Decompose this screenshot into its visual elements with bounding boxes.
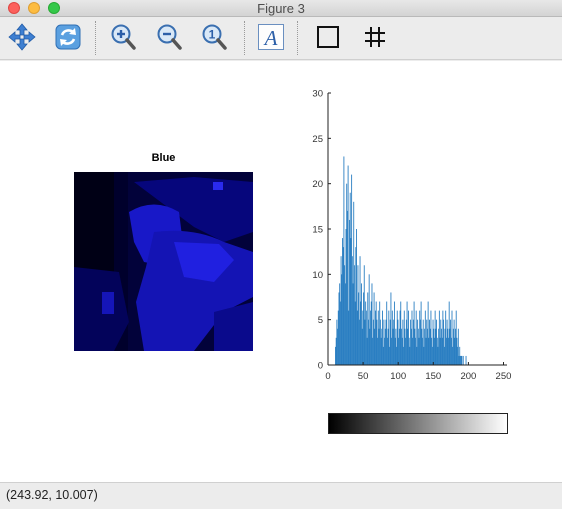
zoom-reset-button[interactable]: 1 (199, 22, 229, 52)
y-tick-label: 0 (318, 361, 323, 372)
y-tick-label: 15 (312, 225, 323, 236)
x-tick-label: 100 (390, 371, 406, 382)
histogram-bar (461, 355, 463, 365)
toolbar-separator (95, 21, 96, 55)
y-tick-label: 5 (318, 315, 323, 326)
figure-canvas[interactable]: Blue 0 5 10 15 20 25 30 0 50 100 150 200 250 (0, 61, 562, 482)
x-tick-label: 200 (460, 371, 476, 382)
axes-box-button[interactable] (313, 22, 343, 52)
pan-arrows-icon (8, 23, 36, 51)
grid-button[interactable] (360, 22, 390, 52)
rotate-icon (55, 24, 81, 50)
x-tick-label: 50 (358, 371, 369, 382)
y-tick-label: 30 (312, 89, 323, 100)
window-title: Figure 3 (257, 1, 305, 16)
box-icon (317, 26, 339, 48)
toolbar-separator (297, 21, 298, 55)
blue-channel-image[interactable] (74, 172, 253, 351)
cursor-coordinates: (243.92, 10.007) (6, 488, 98, 502)
toolbar-separator (244, 21, 245, 55)
y-tick-label: 10 (312, 270, 323, 281)
y-tick-label: 25 (312, 134, 323, 145)
figure-window: Figure 3 1 A Blue 0 5 10 15 20 25 30 0 5… (0, 0, 562, 509)
zoom-out-icon (157, 24, 182, 50)
zoom-out-button[interactable] (154, 22, 184, 52)
grid-icon (365, 27, 385, 47)
histogram-bar (465, 355, 467, 365)
insert-text-button[interactable]: A (256, 22, 286, 52)
pan-button[interactable] (7, 22, 37, 52)
histogram-chart[interactable]: 0 5 10 15 20 25 30 0 50 100 150 200 250 (300, 87, 520, 387)
image-title: Blue (151, 152, 176, 164)
colorbar[interactable] (328, 413, 508, 434)
x-tick-label: 0 (325, 371, 330, 382)
histogram-bar (462, 355, 464, 365)
zoom-reset-icon: 1 (202, 24, 227, 50)
zoom-in-button[interactable] (108, 22, 138, 52)
status-bar: (243.92, 10.007) (0, 482, 562, 509)
x-tick-label: 150 (425, 371, 441, 382)
figure-toolbar: 1 A (0, 17, 562, 60)
zoom-reset-label: 1 (209, 28, 216, 42)
title-bar[interactable]: Figure 3 (0, 0, 562, 17)
y-tick-label: 20 (312, 179, 323, 190)
zoom-in-icon (111, 24, 136, 50)
x-tick-label: 250 (496, 371, 512, 382)
insert-text-label: A (263, 26, 278, 50)
rotate-button[interactable] (53, 22, 83, 52)
text-a-icon: A (258, 24, 284, 50)
